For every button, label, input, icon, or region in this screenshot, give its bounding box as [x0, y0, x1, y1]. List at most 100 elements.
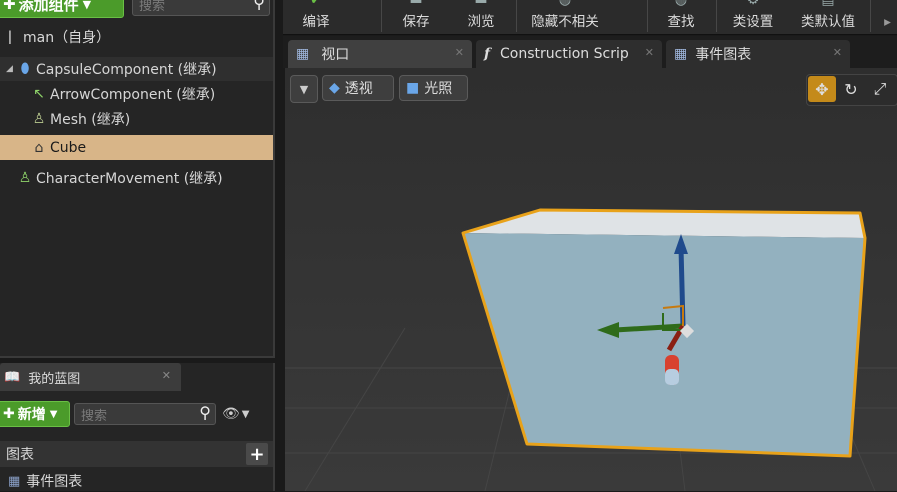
event-graph-icon: ▦: [674, 46, 688, 62]
expand-arrow-icon[interactable]: ◢: [6, 64, 16, 74]
tab-viewport[interactable]: ▦ 视口 ✕: [288, 40, 472, 68]
class-settings-icon: ⚙: [746, 0, 760, 8]
compile-icon: ✔: [310, 0, 322, 8]
tree-label-capsule: CapsuleComponent (继承): [36, 62, 217, 78]
tab-my-blueprint[interactable]: 📖 我的蓝图 ✕: [0, 363, 181, 391]
rotate-mode-button[interactable]: ↻: [837, 76, 865, 102]
eye-icon: 👁: [222, 406, 240, 422]
close-icon[interactable]: ✕: [645, 46, 654, 59]
chevron-down-icon: ▼: [49, 408, 58, 420]
class-defaults-label: 类默认值: [801, 14, 855, 30]
graphs-section-header[interactable]: 图表: [0, 441, 273, 467]
toolbar-overflow-button[interactable]: ▸: [878, 0, 897, 34]
compile-label: 编译: [302, 14, 330, 30]
toolbar-divider: [647, 0, 648, 32]
scale-mode-button[interactable]: ⤢: [866, 76, 894, 102]
add-component-button[interactable]: ✚ 添加组件 ▼: [0, 0, 124, 18]
component-search-input[interactable]: 搜索 ⚲: [132, 0, 270, 16]
tree-row-arrow[interactable]: ↖ ArrowComponent (继承): [0, 82, 273, 106]
tree-row-capsule[interactable]: ◢ ⬮ CapsuleComponent (继承): [0, 57, 273, 81]
lit-cube-icon: ■: [406, 80, 420, 96]
perspective-label: 透视: [344, 81, 373, 97]
graphs-header-label: 图表: [6, 447, 34, 463]
my-blueprint-label: 我的蓝图: [28, 371, 81, 387]
static-mesh-icon: ⌂: [34, 139, 44, 156]
hide-unrelated-button[interactable]: ◍ 隐藏不相关: [522, 0, 608, 34]
toolbar-divider: [516, 0, 517, 32]
tree-label-character-movement: CharacterMovement (继承): [36, 171, 223, 187]
component-search-placeholder: 搜索: [139, 0, 166, 14]
class-settings-button[interactable]: ⚙ 类设置: [725, 0, 781, 34]
browse-icon: ▬: [474, 0, 488, 8]
chevron-down-icon: ▼: [241, 408, 250, 420]
perspective-button[interactable]: ◆ 透视: [322, 75, 394, 101]
perspective-icon: ◆: [329, 80, 340, 96]
compile-button[interactable]: ✔ 编译: [290, 0, 342, 34]
self-label: man（自身）: [23, 30, 111, 46]
hide-unrelated-label: 隐藏不相关: [531, 14, 599, 30]
tree-label-arrow: ArrowComponent (继承): [50, 87, 216, 103]
search-icon: ⚲: [199, 403, 211, 422]
scale-icon: ⤢: [873, 79, 887, 98]
browse-label: 浏览: [467, 14, 495, 30]
tab-event-graph[interactable]: ▦ 事件图表 ✕: [666, 40, 850, 68]
viewport-options-button[interactable]: ▼: [290, 75, 318, 103]
find-button[interactable]: ◍ 查找: [656, 0, 706, 34]
tab-viewport-label: 视口: [321, 47, 350, 63]
blueprint-search-placeholder: 搜索: [81, 408, 108, 424]
class-defaults-icon: ▤: [821, 0, 835, 8]
save-label: 保存: [402, 14, 430, 30]
tab-construction-script-label: Construction Scrip: [500, 46, 629, 62]
chevron-down-icon: ▼: [82, 0, 92, 11]
close-icon[interactable]: ✕: [162, 369, 171, 382]
save-icon: ▬: [409, 0, 423, 8]
capsule-marker-base: [665, 369, 679, 385]
close-icon[interactable]: ✕: [833, 46, 842, 59]
skeletal-mesh-icon: ♙: [32, 111, 46, 127]
more-icon: ▸: [884, 14, 891, 30]
search-icon: ⚲: [253, 0, 265, 12]
lit-label: 光照: [424, 81, 453, 97]
class-defaults-button[interactable]: ▤ 类默认值: [794, 0, 862, 34]
function-icon: f: [484, 46, 491, 62]
lit-mode-button[interactable]: ■ 光照: [399, 75, 468, 101]
character-movement-icon: ♙: [18, 170, 32, 186]
add-graph-button[interactable]: +: [246, 443, 268, 465]
browse-button[interactable]: ▬ 浏览: [456, 0, 506, 34]
find-label: 查找: [667, 14, 695, 30]
viewport-grid-icon: ▦: [296, 46, 310, 62]
event-graph-item[interactable]: ▦ 事件图表: [0, 470, 273, 492]
find-icon: ◍: [674, 0, 688, 8]
hide-unrelated-icon: ◍: [558, 0, 572, 8]
blueprint-search-input[interactable]: 搜索 ⚲: [74, 403, 216, 425]
event-graph-label: 事件图表: [26, 474, 83, 490]
add-component-label: 添加组件: [18, 0, 79, 14]
tree-row-character-movement[interactable]: ♙ CharacterMovement (继承): [0, 166, 273, 190]
add-new-button[interactable]: ✚ 新增 ▼: [0, 401, 70, 427]
arrow-component-icon: ↖: [33, 86, 45, 102]
chevron-down-icon: ▼: [299, 82, 309, 96]
actor-icon: ǀ: [7, 29, 13, 45]
view-options-button[interactable]: 👁 ▼: [222, 403, 264, 425]
move-icon: ✥: [815, 79, 829, 99]
add-new-label: 新增: [17, 407, 46, 423]
tab-event-graph-label: 事件图表: [695, 47, 752, 63]
tab-construction-script[interactable]: f Construction Scrip ✕: [476, 40, 662, 68]
rotate-icon: ↻: [844, 79, 858, 99]
capsule-icon: ⬮: [20, 61, 30, 77]
close-icon[interactable]: ✕: [455, 46, 464, 59]
toolbar-divider: [381, 0, 382, 32]
event-graph-icon: ▦: [8, 473, 21, 489]
cube-front-face: [463, 233, 865, 456]
tree-row-cube[interactable]: ⌂ Cube: [0, 135, 273, 160]
toolbar-divider: [870, 0, 871, 32]
save-button[interactable]: ▬ 保存: [391, 0, 441, 34]
translate-mode-button[interactable]: ✥: [808, 76, 836, 102]
tree-label-mesh: Mesh (继承): [50, 112, 131, 128]
book-icon: 📖: [4, 369, 21, 385]
self-row[interactable]: ǀ man（自身）: [0, 25, 273, 49]
viewport-scene[interactable]: [285, 68, 897, 491]
class-settings-label: 类设置: [732, 14, 774, 30]
tree-label-cube: Cube: [50, 139, 87, 156]
tree-row-mesh[interactable]: ♙ Mesh (继承): [0, 107, 273, 131]
